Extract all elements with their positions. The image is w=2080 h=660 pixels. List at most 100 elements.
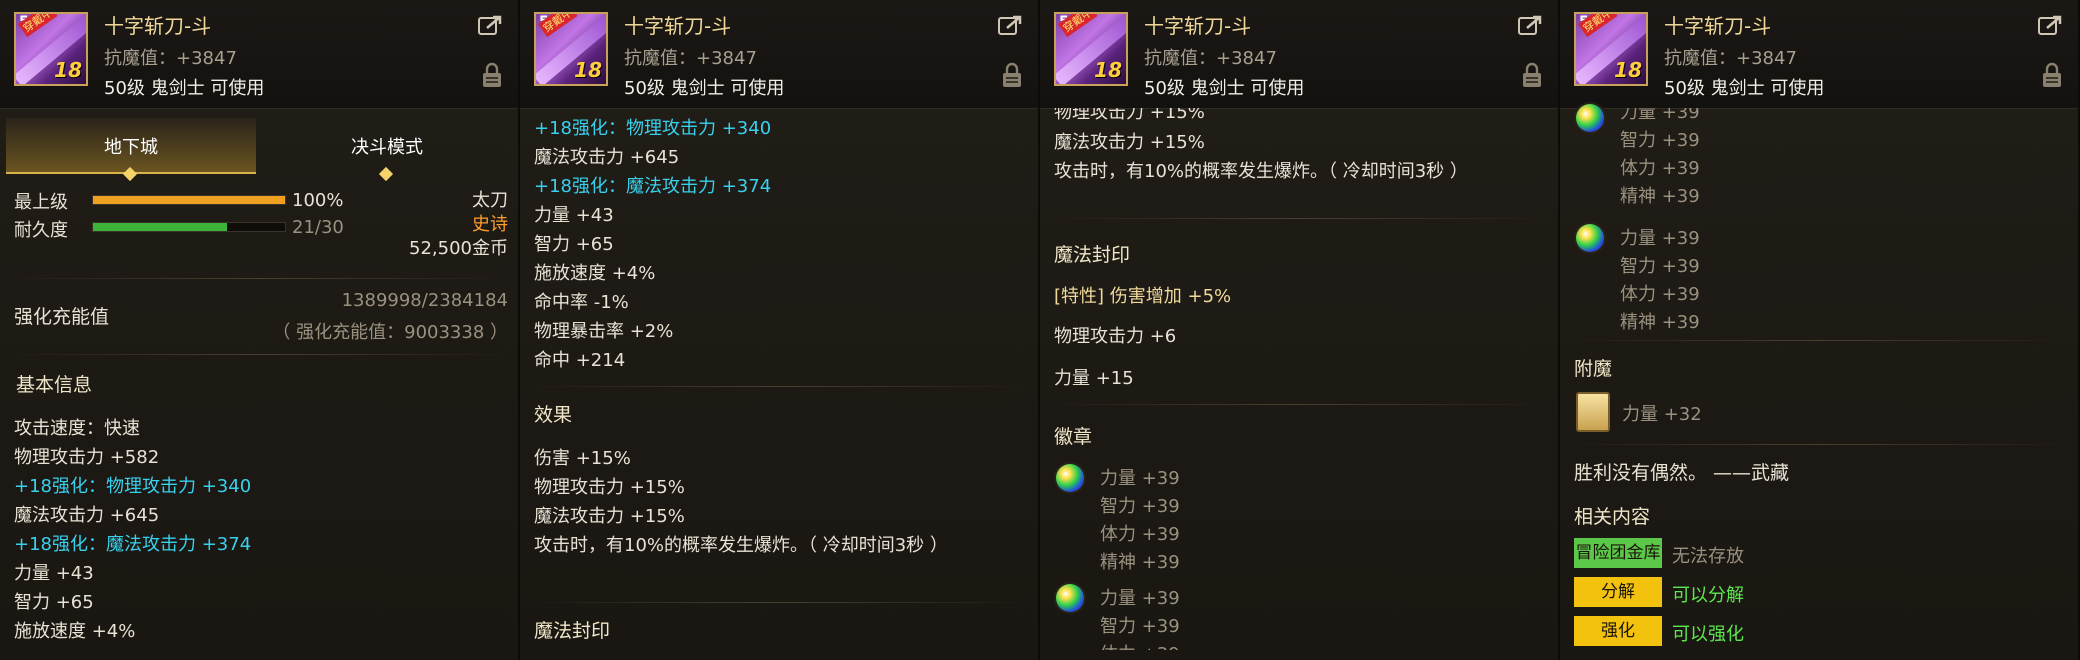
item-icon-level: 18	[54, 58, 82, 82]
stat-line: 魔法攻击力 +645	[14, 505, 160, 526]
item-resist: 抗魔值：+3847	[624, 48, 757, 69]
stat-line: 力量 +43	[534, 205, 614, 226]
item-resist: 抗魔值：+3847	[104, 48, 237, 69]
related-tag[interactable]: 冒险团金库	[1574, 538, 1662, 568]
basic-info-title: 基本信息	[16, 374, 93, 396]
divider	[1046, 404, 1552, 405]
emblem-stat: 体力 +39	[1620, 284, 1700, 305]
stat-line: 攻击速度：快速	[14, 418, 140, 439]
related-title: 相关内容	[1574, 506, 1651, 528]
grade-bar	[92, 195, 286, 205]
enchant-card-icon	[1576, 392, 1610, 432]
rarity: 史诗	[472, 214, 508, 235]
share-icon[interactable]	[2038, 14, 2064, 36]
divider	[1566, 340, 2072, 341]
item-name: 十字斩刀-斗	[104, 14, 212, 38]
price: 52,500金币	[409, 238, 508, 259]
item-requirement: 50级 鬼剑士 可使用	[624, 78, 785, 99]
effect-line: 攻击时，有10%的概率发生爆炸。（ 冷却时间3秒 ）	[1054, 161, 1468, 182]
related-tag[interactable]: 分解	[1574, 577, 1662, 607]
item-icon[interactable]: 5 穿戴中 18	[1054, 12, 1128, 86]
lock-icon[interactable]	[1522, 62, 1542, 88]
stat-line: +18强化：物理攻击力 +340	[534, 118, 772, 139]
tooltip-panel-2: 5 穿戴中 18 十字斩刀-斗 抗魔值：+3847 50级 鬼剑士 可使用 +1…	[520, 0, 1038, 660]
flavor-text: 胜利没有偶然。 ——武藏	[1574, 462, 1790, 484]
divider	[6, 278, 512, 279]
durability-label: 耐久度	[14, 220, 68, 241]
effect-line: 攻击时，有10%的概率发生爆炸。（ 冷却时间3秒 ）	[534, 535, 948, 556]
stat-line: 智力 +65	[14, 592, 94, 613]
share-icon[interactable]	[478, 14, 504, 36]
divider	[526, 602, 1032, 603]
stat-line: +18强化：魔法攻击力 +374	[14, 534, 252, 555]
tab-duel[interactable]: 决斗模式	[262, 118, 512, 182]
item-resist: 抗魔值：+3847	[1144, 48, 1277, 69]
emblem-stat: 力量 +39	[1620, 228, 1700, 249]
emblem-stat: 精神 +39	[1620, 186, 1700, 207]
lock-icon[interactable]	[1002, 62, 1022, 88]
emblem-stat: 智力 +39	[1100, 616, 1180, 637]
emblem-stats-clip: 力量 +39 智力 +39 体力 +39	[1040, 580, 1558, 650]
lock-icon[interactable]	[482, 62, 502, 88]
item-icon[interactable]: 5 穿戴中 18	[1574, 12, 1648, 86]
tab-dungeon-label: 地下城	[104, 137, 158, 158]
share-icon[interactable]	[998, 14, 1024, 36]
related-text: 可以分解	[1672, 585, 1744, 606]
mode-tabs: 地下城 决斗模式	[6, 118, 512, 182]
lock-icon[interactable]	[2042, 62, 2062, 88]
stat-line: +18强化：物理攻击力 +340	[14, 476, 252, 497]
effect-line: 伤害 +15%	[534, 448, 631, 469]
emblem-stat: 体力 +39	[1620, 158, 1700, 179]
seal-title: 魔法封印	[534, 620, 611, 642]
tab-duel-label: 决斗模式	[351, 137, 423, 158]
grade-percent: 100%	[292, 190, 344, 211]
item-icon-level: 18	[1094, 58, 1122, 82]
stat-line: 魔法攻击力 +645	[534, 147, 680, 168]
tab-marker	[378, 166, 394, 182]
charge-sub: （ 强化充能值：9003338 ）	[272, 322, 508, 343]
emblem-orb-icon	[1576, 224, 1604, 252]
emblem-stat: 体力 +39	[1100, 640, 1180, 650]
stat-line: 物理暴击率 +2%	[534, 321, 674, 342]
item-requirement: 50级 鬼剑士 可使用	[1144, 78, 1305, 99]
stat-line: +18强化：魔法攻击力 +374	[534, 176, 772, 197]
item-icon-level: 18	[1614, 58, 1642, 82]
divider	[526, 386, 1032, 387]
item-header: 5 穿戴中 18 十字斩刀-斗 抗魔值：+3847 50级 鬼剑士 可使用	[0, 0, 518, 109]
emblem-stat: 体力 +39	[1100, 524, 1180, 545]
effect-title: 效果	[534, 404, 573, 426]
tooltip-panel-4: 5 穿戴中 18 十字斩刀-斗 抗魔值：+3847 50级 鬼剑士 可使用 力量…	[1560, 0, 2078, 660]
durability-value: 21/30	[292, 217, 344, 238]
related-text: 可以强化	[1672, 624, 1744, 645]
tab-marker	[122, 166, 138, 182]
effect-line: 物理攻击力 +15%	[534, 477, 685, 498]
item-resist: 抗魔值：+3847	[1664, 48, 1797, 69]
clipped-line: 物理攻击力 +15%	[1040, 108, 1558, 122]
related-tag[interactable]: 强化	[1574, 616, 1662, 646]
item-name: 十字斩刀-斗	[624, 14, 732, 38]
item-header: 5 穿戴中 18 十字斩刀-斗 抗魔值：+3847 50级 鬼剑士 可使用	[1040, 0, 1558, 109]
emblem-orb-icon	[1056, 464, 1084, 492]
stat-line: 命中率 -1%	[534, 292, 629, 313]
emblem-stat: 力量 +39	[1100, 588, 1180, 609]
item-requirement: 50级 鬼剑士 可使用	[104, 78, 265, 99]
item-name: 十字斩刀-斗	[1664, 14, 1772, 38]
effect-line: 魔法攻击力 +15%	[534, 506, 685, 527]
item-icon[interactable]: 5 穿戴中 18	[534, 12, 608, 86]
seal-trait: [特性] 伤害增加 +5%	[1054, 286, 1232, 307]
item-requirement: 50级 鬼剑士 可使用	[1664, 78, 1825, 99]
stat-line: 命中 +214	[534, 350, 626, 371]
item-header: 5 穿戴中 18 十字斩刀-斗 抗魔值：+3847 50级 鬼剑士 可使用	[520, 0, 1038, 109]
tab-dungeon[interactable]: 地下城	[6, 118, 256, 182]
item-icon-level: 18	[574, 58, 602, 82]
item-icon[interactable]: 5 穿戴中 18	[14, 12, 88, 86]
divider	[1566, 444, 2072, 445]
durability-bar	[92, 222, 286, 232]
emblem-stat: 智力 +39	[1620, 256, 1700, 277]
tooltip-panel-3: 5 穿戴中 18 十字斩刀-斗 抗魔值：+3847 50级 鬼剑士 可使用 物理…	[1040, 0, 1558, 660]
stat-line: 施放速度 +4%	[14, 621, 136, 642]
emblem-stat: 智力 +39	[1100, 496, 1180, 517]
tooltip-panel-1: 5 穿戴中 18 十字斩刀-斗 抗魔值：+3847 50级 鬼剑士 可使用 地下…	[0, 0, 518, 660]
share-icon[interactable]	[1518, 14, 1544, 36]
stat-line: 力量 +43	[14, 563, 94, 584]
